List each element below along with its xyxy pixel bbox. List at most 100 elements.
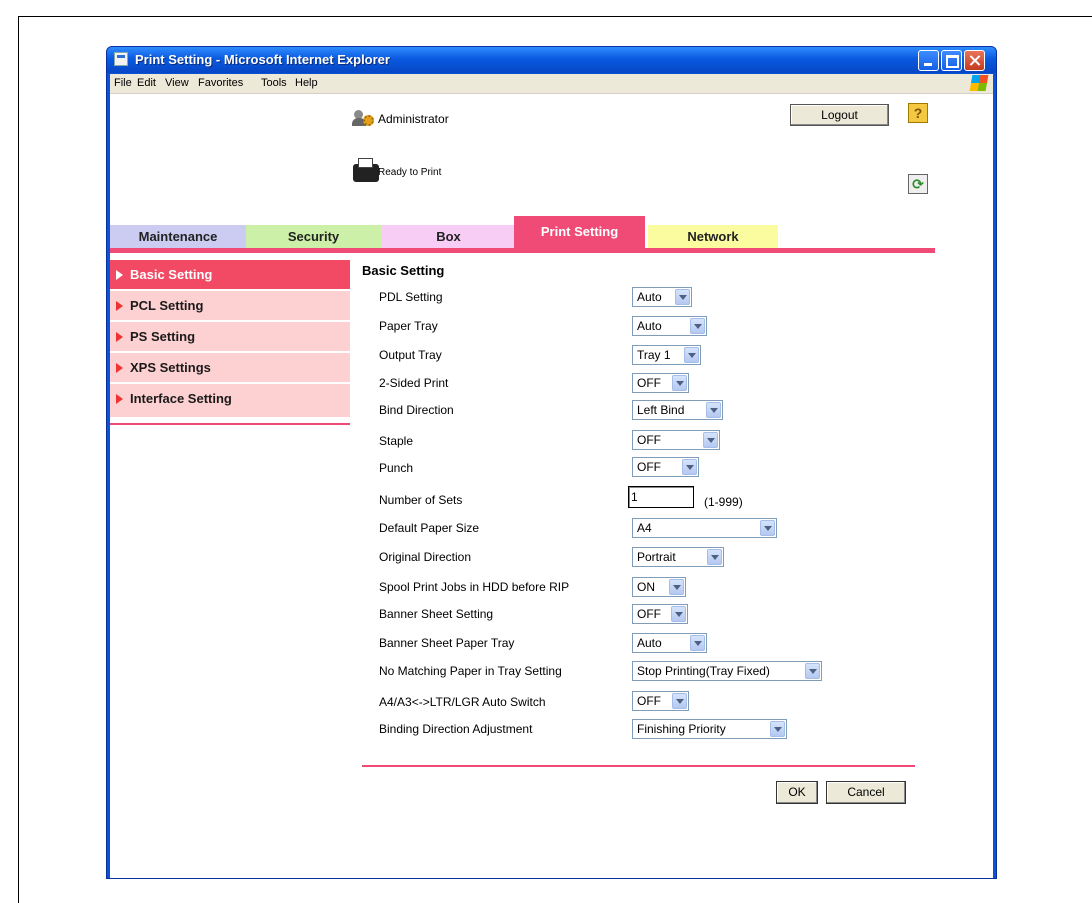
chevron-down-icon xyxy=(770,721,785,737)
select-value: Tray 1 xyxy=(637,348,671,362)
browser-window: Print Setting - Microsoft Internet Explo… xyxy=(106,46,997,879)
binding-direction-adjustment-select[interactable]: Finishing Priority xyxy=(632,719,787,739)
setting-label-auto-switch: A4/A3<->LTR/LGR Auto Switch xyxy=(379,695,546,709)
select-value: OFF xyxy=(637,376,661,390)
chevron-down-icon xyxy=(707,549,722,565)
number-of-sets-range: (1-999) xyxy=(704,495,743,509)
pdl-setting-select[interactable]: Auto xyxy=(632,287,692,307)
tab-network[interactable]: Network xyxy=(648,225,778,248)
tab-print-setting[interactable]: Print Setting xyxy=(514,216,645,248)
sidebar-item-label: XPS Settings xyxy=(130,360,211,375)
arrow-right-icon xyxy=(116,270,123,280)
tab-maintenance[interactable]: Maintenance xyxy=(110,225,246,248)
setting-label-2-sided: 2-Sided Print xyxy=(379,376,449,390)
punch-select[interactable]: OFF xyxy=(632,457,699,477)
cancel-button[interactable]: Cancel xyxy=(826,781,906,804)
maximize-button[interactable] xyxy=(941,50,962,71)
select-value: OFF xyxy=(637,607,661,621)
chevron-down-icon xyxy=(671,606,686,622)
chevron-down-icon xyxy=(682,459,697,475)
chevron-down-icon xyxy=(690,635,705,651)
menu-view[interactable]: View xyxy=(165,77,189,89)
refresh-icon[interactable]: ⟳ xyxy=(908,174,928,194)
auto-switch-select[interactable]: OFF xyxy=(632,691,689,711)
menu-bar: File Edit View Favorites Tools Help xyxy=(110,74,993,94)
select-value: Left Bind xyxy=(637,403,685,417)
chevron-down-icon xyxy=(669,579,684,595)
chevron-down-icon xyxy=(672,375,687,391)
no-matching-paper-select[interactable]: Stop Printing(Tray Fixed) xyxy=(632,661,822,681)
arrow-right-icon xyxy=(116,332,123,342)
logout-button[interactable]: Logout xyxy=(790,104,889,126)
chevron-down-icon xyxy=(805,663,820,679)
spool-print-jobs-select[interactable]: ON xyxy=(632,577,686,597)
windows-logo-icon xyxy=(969,75,989,91)
sidebar-item-interface-setting[interactable]: Interface Setting xyxy=(110,384,350,418)
sidebar-item-label: PCL Setting xyxy=(130,298,204,313)
menu-tools[interactable]: Tools xyxy=(261,77,287,89)
original-direction-select[interactable]: Portrait xyxy=(632,547,724,567)
sidebar-item-basic-setting[interactable]: Basic Setting xyxy=(110,260,350,290)
output-tray-select[interactable]: Tray 1 xyxy=(632,345,701,365)
chevron-down-icon xyxy=(703,432,718,448)
minimize-button[interactable] xyxy=(918,50,939,71)
setting-label-banner-sheet-tray: Banner Sheet Paper Tray xyxy=(379,636,515,650)
sidebar-item-xps-settings[interactable]: XPS Settings xyxy=(110,353,350,383)
user-label: Administrator xyxy=(378,112,449,126)
tab-underline xyxy=(110,248,935,253)
menu-favorites[interactable]: Favorites xyxy=(198,77,243,89)
setting-label-banner-sheet: Banner Sheet Setting xyxy=(379,607,494,621)
select-value: OFF xyxy=(637,694,661,708)
chevron-down-icon xyxy=(675,289,690,305)
select-value: Finishing Priority xyxy=(637,722,726,736)
paper-tray-select[interactable]: Auto xyxy=(632,316,707,336)
bind-direction-select[interactable]: Left Bind xyxy=(632,400,723,420)
setting-label-binding-adjustment: Binding Direction Adjustment xyxy=(379,722,533,736)
setting-label-pdl: PDL Setting xyxy=(379,290,443,304)
setting-label-output-tray: Output Tray xyxy=(379,348,442,362)
two-sided-print-select[interactable]: OFF xyxy=(632,373,689,393)
setting-label-staple: Staple xyxy=(379,434,414,448)
administrator-icon xyxy=(352,109,374,127)
banner-sheet-setting-select[interactable]: OFF xyxy=(632,604,688,624)
setting-label-number-of-sets: Number of Sets xyxy=(379,493,463,507)
sidebar-item-label: Basic Setting xyxy=(130,267,213,282)
title-bar: Print Setting - Microsoft Internet Explo… xyxy=(107,47,996,73)
number-of-sets-input[interactable]: 1 xyxy=(628,486,694,508)
menu-file[interactable]: File xyxy=(114,77,132,89)
printer-icon xyxy=(353,158,379,184)
page-content: Administrator Logout ? Ready to Print ⟳ … xyxy=(110,94,993,878)
banner-sheet-paper-tray-select[interactable]: Auto xyxy=(632,633,707,653)
setting-label-paper-tray: Paper Tray xyxy=(379,319,438,333)
setting-label-bind-direction: Bind Direction xyxy=(379,403,454,417)
staple-select[interactable]: OFF xyxy=(632,430,720,450)
menu-help[interactable]: Help xyxy=(295,77,318,89)
form-divider xyxy=(362,765,915,767)
help-icon[interactable]: ? xyxy=(908,103,928,123)
select-value: ON xyxy=(637,580,655,594)
select-value: OFF xyxy=(637,433,661,447)
close-button[interactable] xyxy=(964,50,985,71)
chevron-down-icon xyxy=(684,347,699,363)
select-value: Portrait xyxy=(637,550,676,564)
chevron-down-icon xyxy=(760,520,775,536)
arrow-right-icon xyxy=(116,301,123,311)
setting-label-punch: Punch xyxy=(379,461,414,475)
tab-security[interactable]: Security xyxy=(246,225,381,248)
sidebar-item-label: PS Setting xyxy=(130,329,196,344)
arrow-right-icon xyxy=(116,394,123,404)
select-value: Auto xyxy=(637,636,662,650)
ie-page-icon xyxy=(114,52,128,66)
sidebar-item-pcl-setting[interactable]: PCL Setting xyxy=(110,291,350,321)
page-title: Basic Setting xyxy=(362,263,445,278)
default-paper-size-select[interactable]: A4 xyxy=(632,518,777,538)
ok-button[interactable]: OK xyxy=(776,781,818,804)
menu-edit[interactable]: Edit xyxy=(137,77,156,89)
select-value: Stop Printing(Tray Fixed) xyxy=(637,664,770,678)
printer-status: Ready to Print xyxy=(378,167,442,178)
tab-box[interactable]: Box xyxy=(381,225,516,248)
select-value: A4 xyxy=(637,521,652,535)
select-value: Auto xyxy=(637,290,662,304)
chevron-down-icon xyxy=(690,318,705,334)
sidebar-item-ps-setting[interactable]: PS Setting xyxy=(110,322,350,352)
